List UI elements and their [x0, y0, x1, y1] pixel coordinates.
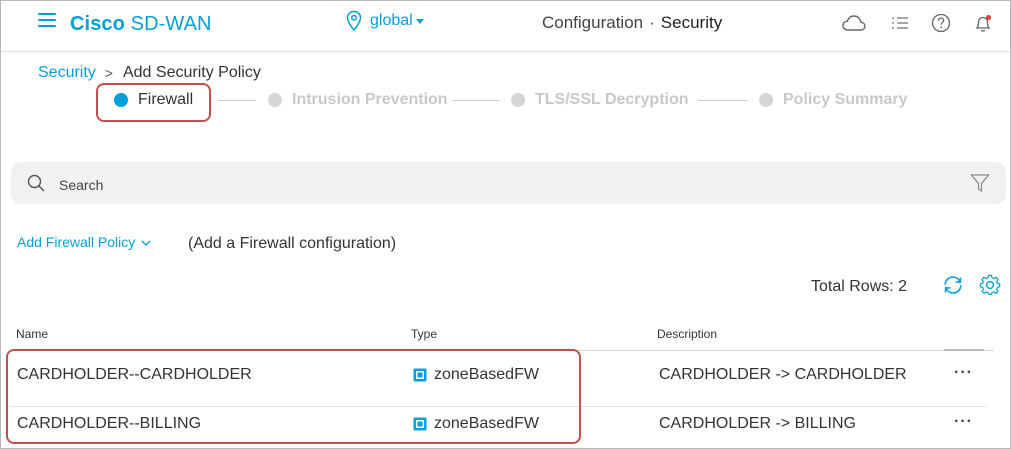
chevron-down-icon	[141, 234, 151, 250]
top-header: Cisco SD-WAN global Configuration · Securi…	[1, 1, 1010, 52]
table-row-2-description: CARDHOLDER -> BILLING	[659, 415, 856, 432]
step-label: Intrusion Prevention	[292, 91, 448, 108]
column-header-name[interactable]: Name	[16, 327, 48, 341]
table-header-scroll-indicator	[944, 349, 984, 351]
add-firewall-policy-button[interactable]: Add Firewall Policy	[17, 234, 151, 250]
policy-rows-highlight	[6, 349, 581, 444]
brand-name-rest: SD-WAN	[124, 13, 212, 35]
step-connector	[218, 100, 256, 101]
brand-name-bold: Cisco	[70, 13, 125, 35]
step-inactive-dot	[759, 93, 773, 107]
column-header-type[interactable]: Type	[411, 327, 437, 341]
page-title: Configuration · Security	[542, 13, 722, 33]
chevron-down-icon	[415, 18, 424, 24]
task-list-icon[interactable]	[890, 12, 914, 36]
column-header-description[interactable]: Description	[657, 327, 717, 341]
page-title-separator: ·	[649, 13, 655, 32]
step-intrusion-prevention[interactable]: Intrusion Prevention	[268, 91, 448, 109]
search-bar[interactable]: Search	[11, 162, 1006, 204]
step-active-dot	[114, 93, 128, 107]
search-icon	[27, 174, 45, 197]
page-title-section: Configuration	[542, 13, 644, 32]
step-label: Firewall	[138, 91, 194, 108]
refresh-icon[interactable]	[942, 274, 964, 301]
filter-icon[interactable]	[970, 173, 990, 198]
search-input[interactable]: Search	[59, 177, 103, 193]
step-inactive-dot	[511, 93, 525, 107]
add-firewall-policy-label: Add Firewall Policy	[17, 234, 136, 250]
table-row-1-description: CARDHOLDER -> CARDHOLDER	[659, 366, 907, 383]
step-policy-summary[interactable]: Policy Summary	[759, 91, 908, 109]
gear-icon[interactable]	[979, 274, 1001, 301]
breadcrumb-separator: >	[104, 65, 113, 81]
brand-logo[interactable]: Cisco SD-WAN	[70, 13, 212, 36]
hamburger-menu-icon[interactable]	[38, 13, 56, 27]
step-connector	[452, 100, 500, 101]
row-more-actions-icon[interactable]: ···	[954, 413, 973, 431]
map-pin-icon	[346, 10, 362, 32]
step-connector	[698, 100, 748, 101]
location-selector[interactable]: global	[346, 10, 424, 32]
help-icon[interactable]	[930, 12, 954, 36]
add-firewall-note: (Add a Firewall configuration)	[188, 235, 397, 252]
breadcrumb-current: Add Security Policy	[122, 64, 261, 81]
step-inactive-dot	[268, 93, 282, 107]
row-more-actions-icon[interactable]: ···	[954, 364, 973, 382]
step-label: Policy Summary	[783, 91, 908, 108]
breadcrumb: Security > Add Security Policy	[38, 64, 261, 82]
step-label: TLS/SSL Decryption	[535, 91, 689, 108]
page-title-current: Security	[660, 13, 723, 32]
breadcrumb-security-link[interactable]: Security	[38, 64, 96, 82]
cloud-icon[interactable]	[841, 12, 866, 36]
total-rows-count: Total Rows: 2	[811, 278, 908, 295]
step-tls-ssl-decryption[interactable]: TLS/SSL Decryption	[511, 91, 689, 109]
notification-bell-icon[interactable]	[972, 12, 996, 36]
step-firewall[interactable]: Firewall	[114, 91, 193, 109]
location-label: global	[370, 12, 413, 29]
